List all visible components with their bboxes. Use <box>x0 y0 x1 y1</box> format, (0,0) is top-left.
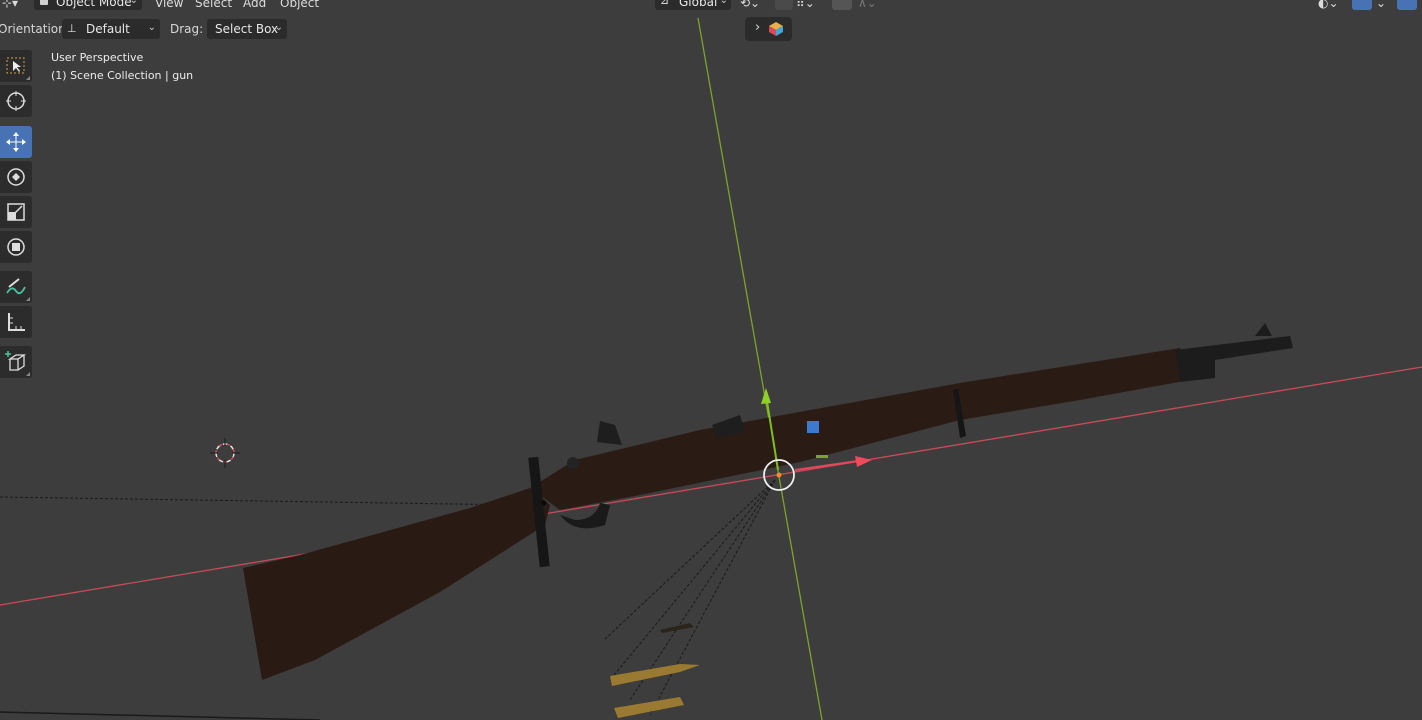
snap-toggle-icon[interactable] <box>775 0 793 10</box>
gizmo-toggle-icon[interactable] <box>1352 0 1372 10</box>
proportional-edit-icon[interactable] <box>832 0 852 10</box>
object-origin-icon <box>776 472 782 478</box>
move-gizmo[interactable] <box>761 388 872 491</box>
cartridge-models[interactable] <box>610 623 700 718</box>
mode-dropdown[interactable]: Object Mode ⌄ <box>34 0 142 10</box>
tool-variants-indicator <box>26 372 30 376</box>
ground-line <box>0 711 321 720</box>
menu-view[interactable]: View <box>155 0 183 11</box>
annotate-icon <box>6 278 26 295</box>
tool-measure[interactable] <box>0 306 32 338</box>
transform-orientation-dropdown[interactable]: ⊿ Global ⌄ <box>655 0 731 10</box>
drag-label: Drag: <box>170 22 204 36</box>
select-box-icon <box>6 57 25 74</box>
menu-add[interactable]: Add <box>243 0 266 11</box>
menu-object[interactable]: Object <box>280 0 319 11</box>
scale-icon <box>7 203 25 221</box>
transform-icon <box>7 238 25 256</box>
overlay-toggle-icon[interactable] <box>1397 0 1417 10</box>
chevron-down-icon: ⌄ <box>274 22 283 33</box>
chevron-down-icon: ⌄ <box>129 0 138 6</box>
orientation-icon: ⊿ <box>660 0 670 7</box>
editor-type-icon[interactable]: ⊹▾ <box>2 0 18 11</box>
tool-settings-header: Orientation: ⊥ Default ⌄ Drag: Select Bo… <box>0 17 300 41</box>
pivot-point-icon[interactable]: ⟲⌄ <box>740 0 760 11</box>
drag-dropdown[interactable]: Select Box ⌄ <box>207 19 287 39</box>
chevron-down-icon: ⌄ <box>719 0 728 6</box>
gizmo-cube-icon <box>769 22 783 36</box>
object-mode-icon <box>40 0 48 5</box>
add-cube-icon <box>5 351 27 371</box>
x-axis-line <box>0 366 1422 606</box>
tool-scale[interactable] <box>0 196 32 228</box>
orientation-label: Orientation: <box>0 22 70 36</box>
orientation-axes-icon: ⊥ <box>67 22 77 35</box>
cursor-icon <box>6 91 26 111</box>
viewport-scene[interactable] <box>0 0 1422 720</box>
bullet-relationship-lines <box>603 479 776 716</box>
tool-variants-indicator <box>26 297 30 301</box>
mode-label: Object Mode <box>56 0 132 9</box>
tool-select-box[interactable] <box>0 50 32 82</box>
sidebar-toggle-button[interactable]: › <box>745 17 792 41</box>
gizmo-view-ring[interactable] <box>763 459 795 491</box>
move-icon <box>6 132 26 152</box>
orientation-dropdown[interactable]: ⊥ Default ⌄ <box>62 19 160 39</box>
view-name: User Perspective <box>51 51 144 64</box>
falloff-icon[interactable]: ∧⌄ <box>858 0 877 11</box>
relationship-line <box>0 496 521 506</box>
rifle-model[interactable] <box>243 323 1293 680</box>
tool-add-cube[interactable] <box>0 346 32 378</box>
tool-cursor[interactable] <box>0 85 32 117</box>
gizmo-x-arrow-icon[interactable] <box>855 456 872 467</box>
chevron-right-icon: › <box>755 20 761 35</box>
gizmo-xz-plane-handle[interactable] <box>807 421 819 433</box>
y-axis-line <box>697 17 823 720</box>
tool-annotate[interactable] <box>0 271 32 303</box>
gizmo-xy-plane-handle[interactable] <box>816 455 828 458</box>
transform-space-label: Global <box>679 0 718 9</box>
menu-select[interactable]: Select <box>195 0 232 11</box>
viewport-header: ⊹▾ Object Mode ⌄ View Select Add Object … <box>0 0 1422 10</box>
tool-rotate[interactable] <box>0 161 32 193</box>
gizmo-x-axis[interactable] <box>794 460 859 471</box>
3d-cursor-icon[interactable] <box>210 438 240 468</box>
gizmo-y-axis[interactable] <box>765 394 779 471</box>
snap-target-icon[interactable]: ⠿⌄ <box>796 0 815 11</box>
tool-move[interactable] <box>0 126 32 158</box>
collection-info: (1) Scene Collection | gun <box>51 69 194 82</box>
drag-value: Select Box <box>215 22 279 36</box>
rotate-icon <box>7 168 25 186</box>
tool-transform[interactable] <box>0 231 32 263</box>
measure-icon <box>8 313 25 331</box>
gizmo-y-arrow-icon[interactable] <box>761 388 771 404</box>
tool-variants-indicator <box>26 76 30 80</box>
chevron-down-icon[interactable]: ⌄ <box>1376 0 1386 11</box>
visibility-icon[interactable]: ◐⌄ <box>1318 0 1339 11</box>
orientation-value: Default <box>86 22 130 36</box>
chevron-down-icon: ⌄ <box>147 22 156 33</box>
